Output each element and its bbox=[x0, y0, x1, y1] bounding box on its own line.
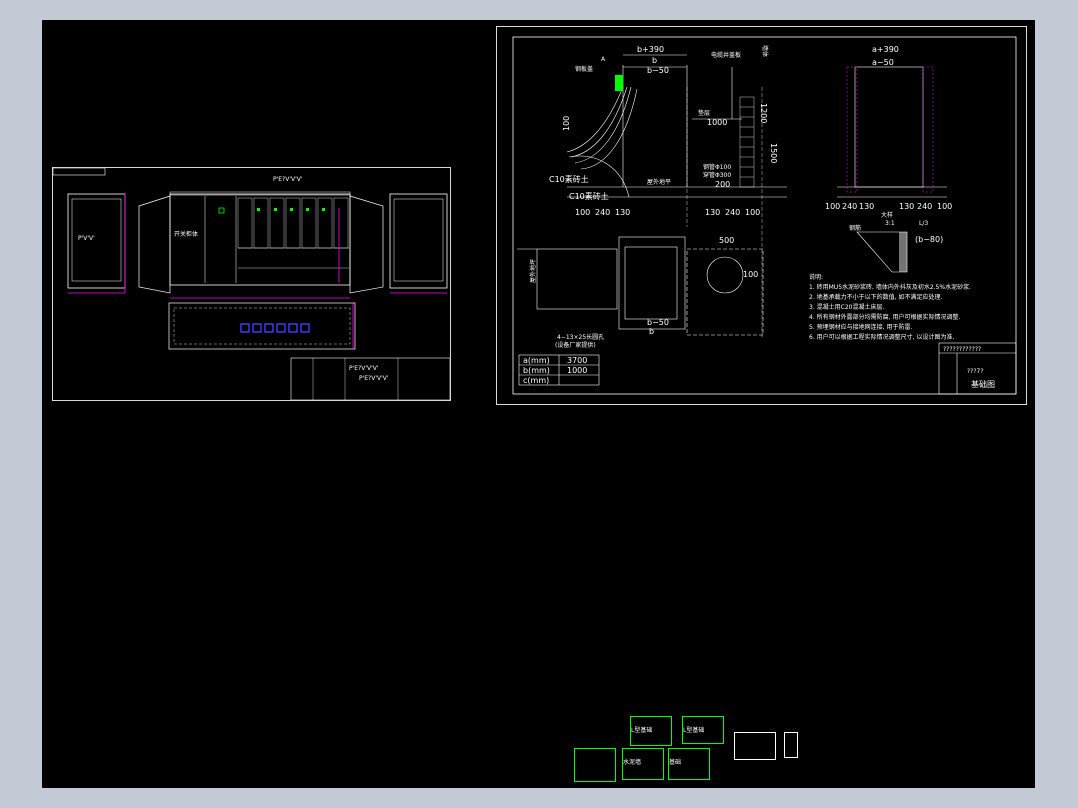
thumbnail-sheet-3[interactable] bbox=[734, 732, 776, 760]
svg-text:???7?: ???7? bbox=[967, 368, 984, 375]
title-block-name: P'E?V'V'V' bbox=[349, 365, 379, 372]
svg-text:240: 240 bbox=[725, 208, 740, 217]
svg-text:100: 100 bbox=[745, 208, 760, 217]
svg-text:屋外地坪: 屋外地坪 bbox=[529, 259, 537, 283]
left-drawing-sheet[interactable]: P'E?V'V'V' P'V'V' 开关柜体 P'E?V'V'V' P'E?V'… bbox=[52, 167, 451, 401]
svg-text:130: 130 bbox=[899, 202, 914, 211]
right-drawing-sheet[interactable]: b+390 b b−50 A 钢板盖 电缆井盖板 垫层 1000 钢管Φ100 … bbox=[496, 26, 1027, 405]
svg-text:????????????: ???????????? bbox=[943, 346, 981, 353]
foundation-drawing: b+390 b b−50 A 钢板盖 电缆井盖板 垫层 1000 钢管Φ100 … bbox=[512, 36, 1017, 395]
svg-text:b−50: b−50 bbox=[647, 318, 669, 327]
notes-title: 说明: bbox=[809, 273, 823, 281]
svg-text:c(mm): c(mm) bbox=[523, 376, 549, 385]
thumbnail-sheet-1[interactable]: L型基础 bbox=[630, 716, 672, 746]
panel-label: 开关柜体 bbox=[174, 230, 198, 238]
svg-text:130: 130 bbox=[859, 202, 874, 211]
svg-text:6. 用户可以根据工程实际情况调整尺寸, 以设计图为准.: 6. 用户可以根据工程实际情况调整尺寸, 以设计图为准. bbox=[809, 333, 954, 341]
svg-text:3700: 3700 bbox=[567, 356, 587, 365]
svg-text:a+390: a+390 bbox=[872, 45, 899, 54]
svg-text:(设备厂家提供): (设备厂家提供) bbox=[555, 341, 596, 349]
cad-model-space[interactable]: P'E?V'V'V' P'V'V' 开关柜体 P'E?V'V'V' P'E?V'… bbox=[42, 20, 1035, 788]
svg-text:L/3: L/3 bbox=[919, 220, 928, 227]
svg-text:屋外地平: 屋外地平 bbox=[647, 178, 671, 186]
sheet-title: P'E?V'V'V' bbox=[273, 176, 303, 183]
svg-text:b(mm): b(mm) bbox=[523, 366, 550, 375]
svg-text:(b−80): (b−80) bbox=[915, 235, 943, 244]
svg-text:基础图: 基础图 bbox=[971, 379, 995, 389]
thumbnail-sheet-7[interactable]: 基础 bbox=[668, 748, 710, 780]
thumbnail-sheet-4[interactable] bbox=[784, 732, 798, 758]
svg-text:电缆井盖板: 电缆井盖板 bbox=[711, 51, 741, 59]
svg-text:墙体: 墙体 bbox=[761, 45, 769, 57]
svg-text:500: 500 bbox=[719, 236, 734, 245]
svg-text:垫层: 垫层 bbox=[698, 109, 710, 117]
svg-text:1500: 1500 bbox=[769, 143, 778, 163]
svg-text:1. 砖用MU5水泥砂浆砖, 墙体内外抖灰及初水2.5%水泥: 1. 砖用MU5水泥砂浆砖, 墙体内外抖灰及初水2.5%水泥砂浆. bbox=[809, 283, 971, 291]
svg-text:100: 100 bbox=[743, 270, 758, 279]
svg-text:3. 混凝土用C20混凝土床层.: 3. 混凝土用C20混凝土床层. bbox=[809, 303, 884, 311]
svg-text:100: 100 bbox=[825, 202, 840, 211]
svg-text:b: b bbox=[649, 327, 654, 336]
svg-text:a(mm): a(mm) bbox=[523, 356, 550, 365]
svg-text:240: 240 bbox=[917, 202, 932, 211]
svg-text:130: 130 bbox=[615, 208, 630, 217]
thumbnail-sheet-6[interactable]: 水泥墙 bbox=[622, 748, 664, 780]
svg-text:钢筋: 钢筋 bbox=[849, 224, 861, 232]
svg-text:4−13×25长圆孔: 4−13×25长圆孔 bbox=[557, 333, 604, 341]
svg-text:b+390: b+390 bbox=[637, 45, 664, 54]
svg-text:1200: 1200 bbox=[759, 103, 768, 123]
svg-text:4. 所有钢材外露部分均需防腐, 用户可根据实际情况调整.: 4. 所有钢材外露部分均需防腐, 用户可根据实际情况调整. bbox=[809, 313, 960, 321]
svg-text:240: 240 bbox=[595, 208, 610, 217]
svg-text:穿管Φ300: 穿管Φ300 bbox=[703, 171, 731, 179]
svg-text:3:1: 3:1 bbox=[885, 220, 895, 227]
svg-text:A: A bbox=[601, 56, 606, 63]
svg-text:P'V'V': P'V'V' bbox=[78, 235, 95, 242]
thumbnail-sheet-2[interactable]: L型基础 bbox=[682, 716, 724, 744]
svg-text:200: 200 bbox=[715, 180, 730, 189]
svg-text:P'E?V'V'V': P'E?V'V'V' bbox=[359, 375, 389, 382]
svg-text:240: 240 bbox=[842, 202, 857, 211]
svg-text:C10素砖土: C10素砖土 bbox=[569, 191, 609, 201]
svg-text:1000: 1000 bbox=[707, 118, 727, 127]
svg-text:a−50: a−50 bbox=[872, 58, 894, 67]
svg-text:b: b bbox=[652, 56, 657, 65]
svg-text:b−50: b−50 bbox=[647, 66, 669, 75]
svg-text:1000: 1000 bbox=[567, 366, 587, 375]
svg-text:100: 100 bbox=[562, 116, 571, 131]
svg-text:C10素砖土: C10素砖土 bbox=[549, 174, 589, 184]
svg-text:130: 130 bbox=[705, 208, 720, 217]
cabinet-elevation-drawing: P'E?V'V'V' P'V'V' 开关柜体 P'E?V'V'V' P'E?V'… bbox=[52, 167, 451, 401]
svg-text:钢板盖: 钢板盖 bbox=[575, 65, 593, 73]
svg-text:100: 100 bbox=[575, 208, 590, 217]
svg-text:2. 地基承载力不小于以下的数值, 如不满足应处理.: 2. 地基承载力不小于以下的数值, 如不满足应处理. bbox=[809, 293, 942, 301]
svg-text:5. 预埋钢材应与接地网连接, 用于防雷.: 5. 预埋钢材应与接地网连接, 用于防雷. bbox=[809, 323, 912, 331]
thumbnail-sheet-5[interactable] bbox=[574, 748, 616, 782]
svg-text:100: 100 bbox=[937, 202, 952, 211]
svg-text:钢管Φ100: 钢管Φ100 bbox=[703, 163, 731, 171]
svg-text:大样: 大样 bbox=[881, 211, 893, 219]
